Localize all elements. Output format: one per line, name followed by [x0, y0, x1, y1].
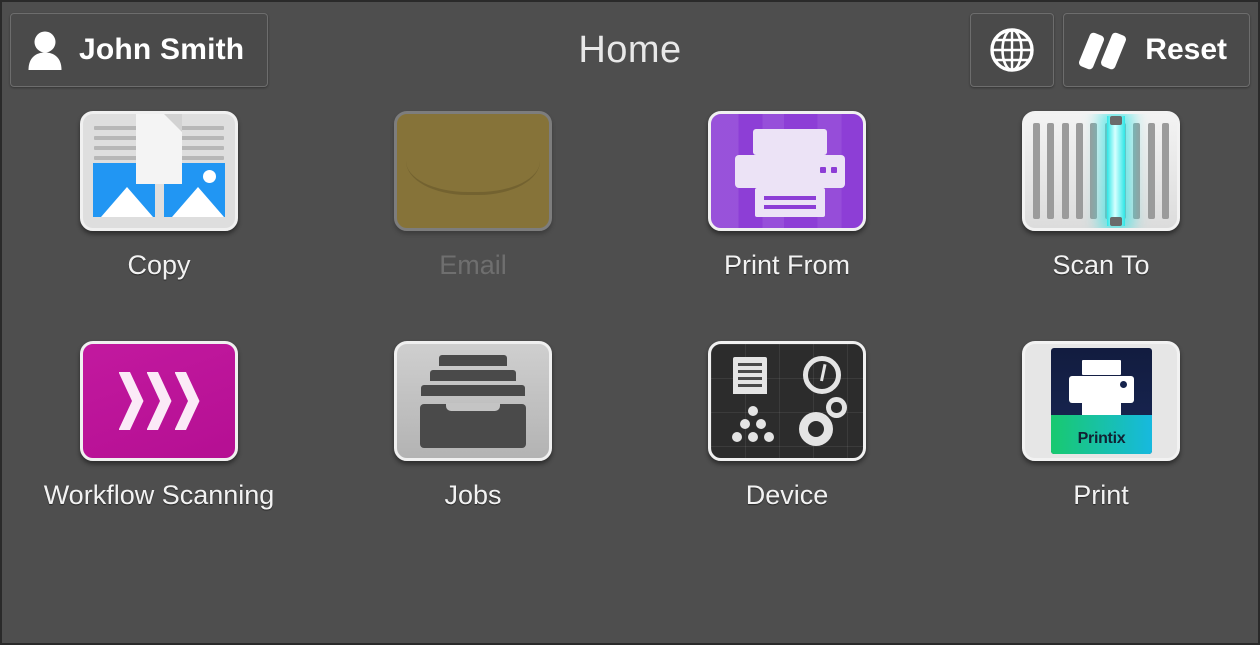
scanner-bars [1033, 123, 1169, 219]
app-tile-grid: Copy Email Print From Scan To Workflow S… [2, 98, 1258, 564]
language-button[interactable] [970, 13, 1055, 87]
tile-label-copy: Copy [127, 250, 191, 280]
tile-label-print-from: Print From [723, 250, 850, 280]
copy-page-fold [136, 114, 182, 184]
globe-icon [987, 25, 1037, 75]
tile-workflow-scanning[interactable]: Workflow Scanning [2, 334, 316, 564]
copy-icon [80, 111, 238, 231]
reset-button[interactable]: Reset [1063, 13, 1250, 87]
gear-small-icon [826, 397, 847, 418]
tile-print-from[interactable]: Print From [630, 104, 944, 334]
tile-copy[interactable]: Copy [2, 104, 316, 334]
reset-bars-icon [1078, 27, 1132, 73]
printer-icon [708, 111, 866, 231]
tile-print[interactable]: Printix Print [944, 334, 1258, 564]
user-account-button[interactable]: John Smith [10, 13, 268, 87]
user-name-label: John Smith [79, 33, 245, 66]
scanner-light-icon [1107, 116, 1125, 226]
tile-label-workflow-scanning: Workflow Scanning [43, 480, 275, 510]
header-actions: Reset [970, 13, 1250, 87]
gear-icon [799, 412, 833, 446]
printix-app-icon: Printix [1022, 341, 1180, 461]
device-settings-icon [708, 341, 866, 461]
supplies-dots-icon [731, 406, 775, 446]
reset-label: Reset [1145, 33, 1227, 66]
printer-control-panel: { "header": { "user_name": "John Smith",… [0, 0, 1260, 645]
document-icon [733, 357, 767, 394]
tile-label-jobs: Jobs [444, 480, 502, 510]
tile-label-scan-to: Scan To [1052, 250, 1150, 280]
tile-label-email: Email [439, 250, 507, 280]
tile-device[interactable]: Device [630, 334, 944, 564]
tray-stack-icon [394, 341, 552, 461]
tile-scan-to[interactable]: Scan To [944, 104, 1258, 334]
tile-label-device: Device [745, 480, 829, 510]
top-header-bar: John Smith Home Reset [2, 2, 1258, 98]
scanner-icon [1022, 111, 1180, 231]
person-icon [25, 29, 65, 71]
tile-jobs[interactable]: Jobs [316, 334, 630, 564]
chevrons-icon [80, 341, 238, 461]
gauge-icon [803, 356, 841, 394]
jobs-tray [420, 403, 526, 448]
envelope-icon [394, 111, 552, 231]
printix-brand-label: Printix [1077, 430, 1126, 447]
tile-email: Email [316, 104, 630, 334]
tile-label-print: Print [1073, 480, 1129, 510]
jobs-paper-stack [419, 355, 527, 400]
